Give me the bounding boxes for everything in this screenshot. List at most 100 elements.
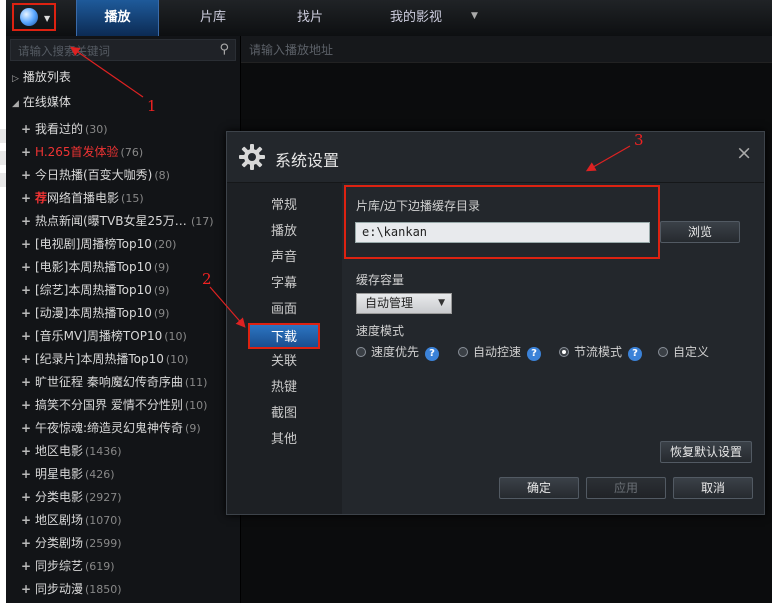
expand-plus-icon[interactable]: + [19, 532, 33, 555]
list-item-text: 分类电影 [35, 490, 84, 504]
list-item[interactable]: + H.265首发体验 (76) [6, 141, 240, 164]
expand-plus-icon[interactable]: + [19, 578, 33, 601]
settings-nav-play[interactable]: 播放 [248, 219, 320, 245]
list-item-count: (1850) [85, 583, 122, 596]
cancel-button[interactable]: 取消 [673, 477, 753, 499]
list-item-label: [电视剧]周播榜Top10 (20) [35, 233, 176, 256]
list-item[interactable]: + 分类剧场 (2599) [6, 532, 240, 555]
list-item[interactable]: + [电视剧]周播榜Top10 (20) [6, 233, 240, 256]
settings-nav-association[interactable]: 关联 [248, 349, 320, 375]
search-input[interactable]: 请输入搜索关键词 ⚲ [10, 39, 236, 61]
list-item-count: (15) [121, 192, 144, 205]
tab-play[interactable]: 播放 [76, 0, 159, 36]
auto-speed-radio[interactable]: 自动控速? [458, 343, 542, 361]
expand-plus-icon[interactable]: + [19, 233, 33, 256]
list-item[interactable]: + 热点新闻(曝TVB女星25万… (17) [6, 210, 240, 233]
online-media-group[interactable]: ◢ 在线媒体 [12, 93, 71, 110]
list-item-text: 今日热播(百变大咖秀) [35, 168, 153, 182]
expand-plus-icon[interactable]: + [19, 325, 33, 348]
playlist-group[interactable]: ▷ 播放列表 [12, 68, 71, 85]
settings-nav-general[interactable]: 常规 [248, 193, 320, 219]
expand-plus-icon[interactable]: + [19, 164, 33, 187]
list-item[interactable]: + 明星电影 (426) [6, 463, 240, 486]
radio-circle-selected[interactable] [559, 347, 569, 357]
expand-plus-icon[interactable]: + [19, 141, 33, 164]
expand-plus-icon[interactable]: + [19, 463, 33, 486]
dialog-title-bar: 系统设置 × [227, 132, 764, 183]
url-placeholder: 请输入播放地址 [249, 43, 334, 57]
url-input[interactable]: 请输入播放地址 [241, 36, 772, 63]
radio-circle[interactable] [658, 347, 668, 357]
radio-circle[interactable] [458, 347, 468, 357]
custom-speed-radio[interactable]: 自定义 [658, 343, 709, 360]
list-item-text: 搞笑不分国界 爱情不分性别 [35, 398, 183, 412]
list-item[interactable]: + 地区剧场 (1070) [6, 509, 240, 532]
list-item-count: (11) [184, 376, 208, 389]
app-menu-button[interactable]: ▼ [12, 3, 56, 31]
list-item[interactable]: + [音乐MV]周播榜TOP10 (10) [6, 325, 240, 348]
ok-button[interactable]: 确定 [499, 477, 579, 499]
list-item[interactable]: + 同步动漫 (1850) [6, 578, 240, 601]
settings-nav-subtitle[interactable]: 字幕 [248, 271, 320, 297]
list-item[interactable]: + 午夜惊魂:缔造灵幻鬼神传奇 (9) [6, 417, 240, 440]
sidebar: 请输入搜索关键词 ⚲ ▷ 播放列表 ◢ 在线媒体 + 我看过的 (30) + H.265首发… [6, 36, 241, 603]
expand-plus-icon[interactable]: + [19, 279, 33, 302]
expand-plus-icon[interactable]: + [19, 210, 33, 233]
radio-circle[interactable] [356, 347, 366, 357]
help-icon[interactable]: ? [425, 347, 440, 361]
list-item[interactable]: + 我看过的 (30) [6, 118, 240, 141]
list-item[interactable]: + 今日热播(百变大咖秀) (8) [6, 164, 240, 187]
list-item[interactable]: + 搞笑不分国界 爱情不分性别 (10) [6, 394, 240, 417]
expand-plus-icon[interactable]: + [19, 417, 33, 440]
expand-plus-icon[interactable]: + [19, 371, 33, 394]
expand-plus-icon[interactable]: + [19, 256, 33, 279]
expand-plus-icon[interactable]: + [19, 440, 33, 463]
help-icon[interactable]: ? [527, 347, 542, 361]
expand-plus-icon[interactable]: + [19, 118, 33, 141]
search-icon[interactable]: ⚲ [219, 42, 229, 57]
list-item-text: 地区电影 [35, 444, 84, 458]
expand-plus-icon[interactable]: + [19, 302, 33, 325]
close-icon[interactable]: × [736, 142, 752, 164]
expand-plus-icon[interactable]: + [19, 486, 33, 509]
list-item[interactable]: + [纪录片]本周热播Top10 (10) [6, 348, 240, 371]
chevron-down-icon: ▼ [44, 14, 51, 23]
expand-plus-icon[interactable]: + [19, 394, 33, 417]
tab-library[interactable]: 片库 [181, 0, 245, 36]
throttle-mode-radio[interactable]: 节流模式? [559, 343, 643, 361]
list-item-text: [综艺]本周热播Top10 [35, 283, 152, 297]
search-placeholder: 请输入搜索关键词 [18, 44, 110, 58]
list-item[interactable]: + [动漫]本周热播Top10 (9) [6, 302, 240, 325]
settings-nav-other[interactable]: 其他 [248, 427, 320, 453]
expand-plus-icon[interactable]: + [19, 348, 33, 371]
expand-plus-icon[interactable]: + [19, 555, 33, 578]
apply-button[interactable]: 应用 [586, 477, 666, 499]
browse-button[interactable]: 浏览 [660, 221, 740, 243]
list-item-text: H.265首发体验 [35, 145, 119, 159]
restore-defaults-button[interactable]: 恢复默认设置 [660, 441, 752, 463]
list-item-text: 同步动漫 [35, 582, 84, 596]
list-item[interactable]: + 分类电影 (2927) [6, 486, 240, 509]
list-item-count: (9) [153, 261, 170, 274]
settings-nav-download[interactable]: 下载 [248, 323, 320, 349]
settings-nav-picture[interactable]: 画面 [248, 297, 320, 323]
help-icon[interactable]: ? [628, 347, 643, 361]
settings-nav-screenshot[interactable]: 截图 [248, 401, 320, 427]
list-item[interactable]: + 旷世征程 秦响魔幻传奇序曲 (11) [6, 371, 240, 394]
expand-plus-icon[interactable]: + [19, 187, 33, 210]
list-item[interactable]: + 荐网络首播电影 (15) [6, 187, 240, 210]
list-item[interactable]: + 同步综艺 (619) [6, 555, 240, 578]
tab-my-videos[interactable]: 我的影视 [374, 0, 458, 36]
cache-dir-input[interactable]: e:\kankan [355, 222, 650, 243]
tab-find[interactable]: 找片 [278, 0, 342, 36]
triangle-down-icon: ◢ [12, 99, 19, 109]
settings-nav-sound[interactable]: 声音 [248, 245, 320, 271]
settings-nav-hotkey[interactable]: 热键 [248, 375, 320, 401]
speed-priority-radio[interactable]: 速度优先? [356, 343, 440, 361]
cache-capacity-label: 缓存容量 [356, 273, 405, 287]
list-item[interactable]: + 地区电影 (1436) [6, 440, 240, 463]
expand-plus-icon[interactable]: + [19, 509, 33, 532]
cache-capacity-select[interactable]: 自动管理 ▼ [356, 293, 452, 314]
chevron-down-icon[interactable]: ▼ [471, 11, 478, 21]
list-item-label: [纪录片]本周热播Top10 (10) [35, 348, 188, 371]
